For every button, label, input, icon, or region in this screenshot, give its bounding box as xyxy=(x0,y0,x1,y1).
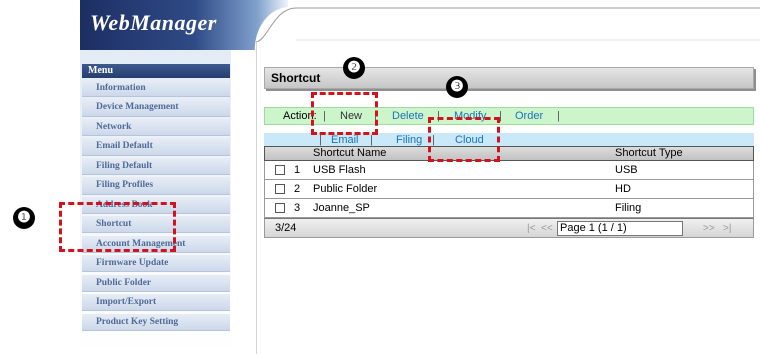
sidebar-item-firmware-update[interactable]: Firmware Update xyxy=(82,255,230,273)
sidebar-item-network[interactable]: Network xyxy=(82,118,230,137)
next-page-button[interactable]: >> xyxy=(703,219,715,238)
column-header-name[interactable]: Shortcut Name xyxy=(313,147,386,160)
header-curve xyxy=(256,7,760,42)
highlight-box-1 xyxy=(59,202,176,252)
content-border xyxy=(256,42,257,354)
page-title: Shortcut xyxy=(264,67,754,89)
table-row[interactable]: 3 Joanne_SP Filing xyxy=(264,199,754,218)
shortcut-type: USB xyxy=(615,164,638,176)
menu-title: Menu xyxy=(82,64,230,78)
sidebar-item-email-default[interactable]: Email Default xyxy=(82,138,230,156)
filter-separator: | xyxy=(319,134,322,146)
row-checkbox[interactable] xyxy=(275,165,285,175)
sidebar-item-filing-profiles[interactable]: Filing Profiles xyxy=(82,177,230,195)
shortcut-name: Public Folder xyxy=(313,183,378,195)
filter-separator: | xyxy=(370,134,373,146)
table-row[interactable]: 2 Public Folder HD xyxy=(264,180,754,199)
shortcut-table: Shortcut Name Shortcut Type 1 USB Flash … xyxy=(264,146,754,238)
tab-filing[interactable]: Filing xyxy=(396,133,422,147)
last-page-button[interactable]: >| xyxy=(723,219,731,238)
row-index: 3 xyxy=(294,202,301,214)
callout-badge-3: ❸ xyxy=(446,76,468,98)
filter-bar: | Email | Filing | Cloud xyxy=(264,133,754,147)
row-checkbox[interactable] xyxy=(275,184,285,194)
page-indicator[interactable]: Page 1 (1 / 1) xyxy=(557,221,683,236)
first-page-button[interactable]: |< xyxy=(527,219,535,238)
shortcut-type: Filing xyxy=(615,202,642,214)
table-row[interactable]: 1 USB Flash USB xyxy=(264,161,754,180)
highlight-box-2 xyxy=(311,92,378,135)
delete-button[interactable]: Delete xyxy=(392,108,424,124)
order-button[interactable]: Order xyxy=(515,108,543,124)
logo-text: WebManager xyxy=(90,10,217,35)
table-header: Shortcut Name Shortcut Type xyxy=(264,146,754,161)
action-separator: | xyxy=(557,110,560,122)
row-index: 2 xyxy=(294,183,301,195)
shortcut-type: HD xyxy=(615,183,631,195)
column-header-type[interactable]: Shortcut Type xyxy=(615,147,683,160)
prev-page-button[interactable]: << xyxy=(541,219,553,238)
highlight-box-3 xyxy=(428,117,500,162)
sidebar-item-device-management[interactable]: Device Management xyxy=(82,99,230,117)
row-checkbox[interactable] xyxy=(275,203,285,213)
sidebar-item-public-folder[interactable]: Public Folder xyxy=(82,274,230,292)
sidebar-item-information[interactable]: Information xyxy=(82,80,230,98)
pager: 3/24 |< << Page 1 (1 / 1) >> >| xyxy=(264,218,754,238)
callout-badge-2: ❷ xyxy=(343,57,365,79)
shortcut-name: Joanne_SP xyxy=(313,202,370,214)
sidebar-item-product-key-setting[interactable]: Product Key Setting xyxy=(82,313,230,331)
row-index: 1 xyxy=(294,164,301,176)
sidebar-item-import-export[interactable]: Import/Export xyxy=(82,294,230,312)
record-count: 3/24 xyxy=(275,222,297,234)
tab-email[interactable]: Email xyxy=(331,133,359,147)
shortcut-name: USB Flash xyxy=(313,164,366,176)
sidebar-item-filing-default[interactable]: Filing Default xyxy=(82,157,230,176)
callout-badge-1: ❶ xyxy=(13,207,35,229)
